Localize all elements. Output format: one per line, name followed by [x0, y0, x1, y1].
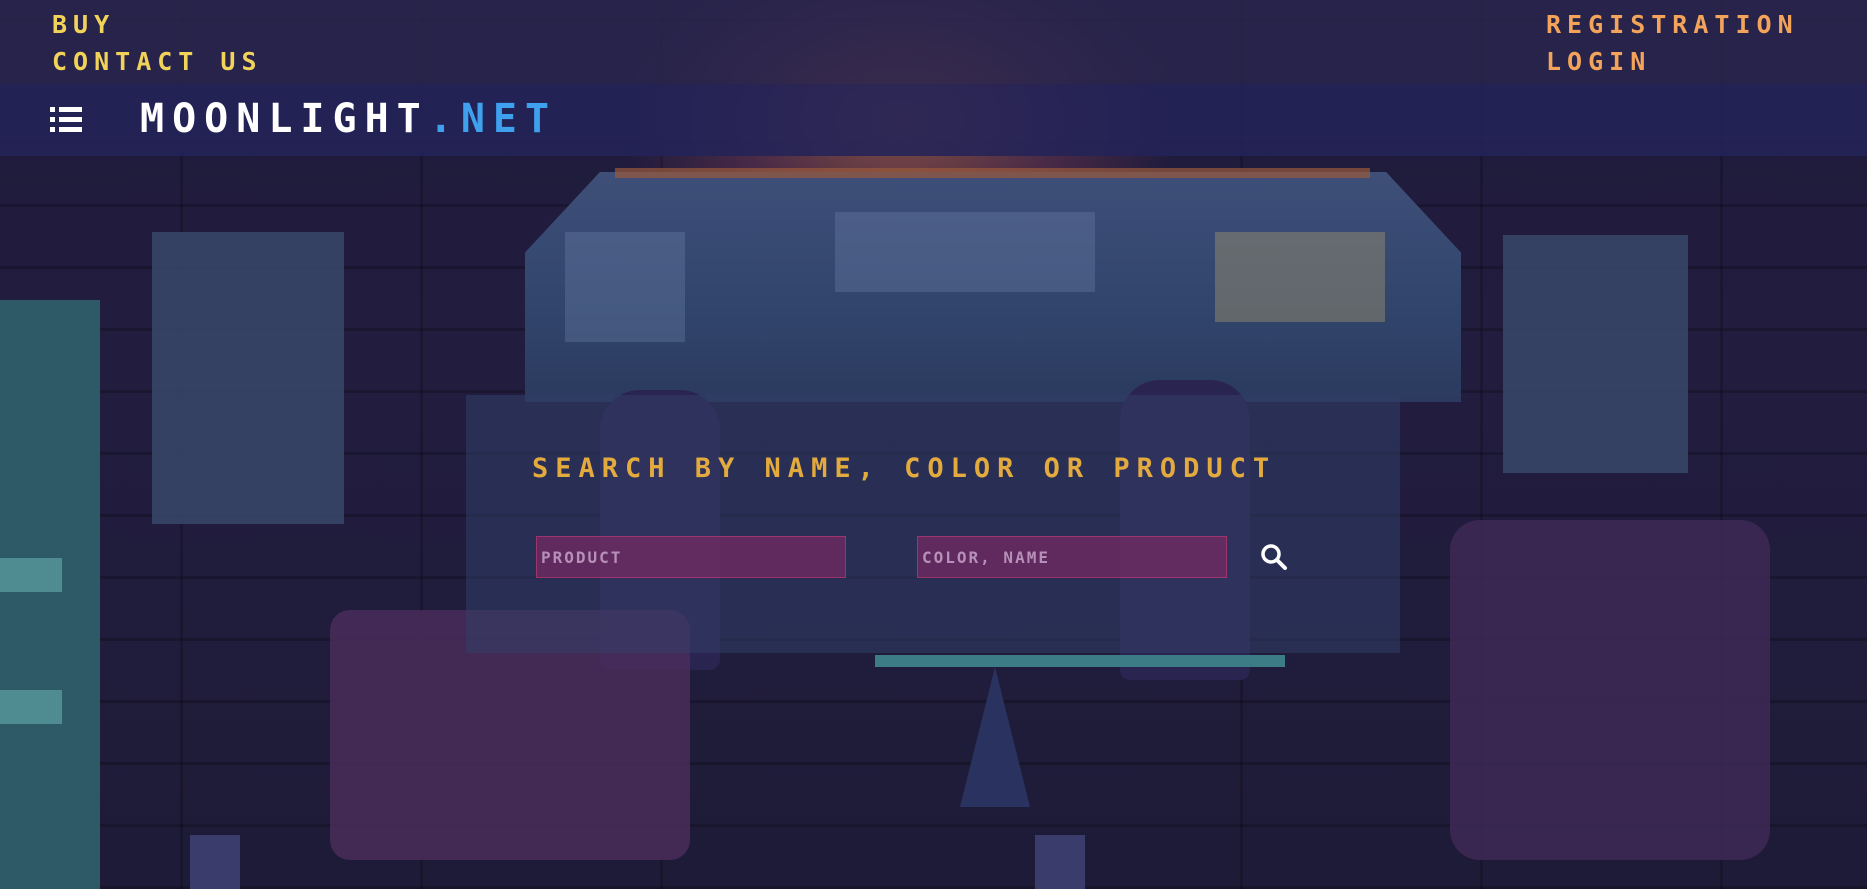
site-logo[interactable]: MOONLIGHT.NET	[140, 96, 557, 142]
login-link[interactable]: LOGIN	[1546, 47, 1651, 76]
logo-accent-text: .NET	[428, 96, 558, 142]
door	[0, 300, 100, 889]
buy-link[interactable]: BUY	[52, 10, 115, 39]
chair-right	[1450, 520, 1770, 860]
window-bar	[615, 168, 1370, 178]
background-window	[525, 172, 1461, 402]
registration-link[interactable]: REGISTRATION	[1546, 10, 1799, 39]
product-input[interactable]	[536, 536, 846, 578]
nav-bar: MOONLIGHT.NET	[0, 84, 1867, 156]
hamburger-list-icon[interactable]	[50, 106, 86, 134]
search-panel: SEARCH BY NAME, COLOR OR PRODUCT	[466, 395, 1400, 653]
logo-main-text: MOONLIGHT	[140, 96, 429, 142]
table-leg	[960, 667, 1030, 807]
poster-left	[152, 232, 344, 524]
contact-us-link[interactable]: CONTACT US	[52, 47, 263, 76]
search-title: SEARCH BY NAME, COLOR OR PRODUCT	[532, 453, 1277, 484]
top-bar: BUY CONTACT US REGISTRATION LOGIN	[0, 0, 1867, 84]
wall-outlet	[1035, 835, 1085, 889]
search-icon[interactable]	[1258, 541, 1290, 573]
table-top	[875, 655, 1285, 667]
wall-outlet	[190, 835, 240, 889]
poster-right	[1503, 235, 1688, 473]
color-name-input[interactable]	[917, 536, 1227, 578]
